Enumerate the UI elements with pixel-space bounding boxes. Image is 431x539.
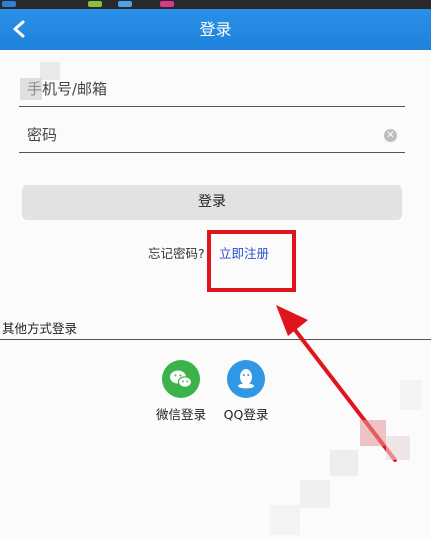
- mosaic-overlay: [330, 450, 358, 476]
- account-field[interactable]: 手机号/邮箱: [19, 69, 405, 107]
- status-icon: [88, 1, 102, 7]
- status-icon: [2, 1, 16, 7]
- qq-icon: [227, 360, 265, 398]
- password-field[interactable]: 密码 ✕: [19, 115, 405, 153]
- mosaic-overlay: [386, 436, 410, 460]
- divider: [0, 339, 431, 340]
- mosaic-overlay: [20, 78, 42, 100]
- annotation-highlight-box: [207, 230, 296, 292]
- status-icon: [118, 1, 132, 7]
- forgot-password-link[interactable]: 忘记密码?: [148, 243, 205, 262]
- mosaic-overlay: [400, 380, 422, 410]
- top-bar: 登录: [0, 9, 431, 50]
- qq-login-button[interactable]: QQ登录: [211, 360, 281, 423]
- mosaic-overlay: [40, 62, 60, 80]
- login-button[interactable]: 登录: [22, 185, 402, 220]
- other-login-title: 其他方式登录: [2, 321, 78, 336]
- wechat-login-button[interactable]: 微信登录: [146, 360, 216, 423]
- status-bar: [0, 0, 431, 9]
- page-title: 登录: [199, 20, 232, 39]
- mosaic-overlay: [300, 480, 330, 508]
- mosaic-overlay: [270, 505, 300, 535]
- status-icon: [160, 1, 174, 7]
- clear-circle-icon[interactable]: ✕: [384, 129, 397, 142]
- wechat-label: 微信登录: [155, 407, 206, 422]
- qq-label: QQ登录: [223, 407, 269, 422]
- wechat-icon: [162, 360, 200, 398]
- password-placeholder: 密码: [27, 126, 58, 144]
- mosaic-overlay: [360, 420, 386, 446]
